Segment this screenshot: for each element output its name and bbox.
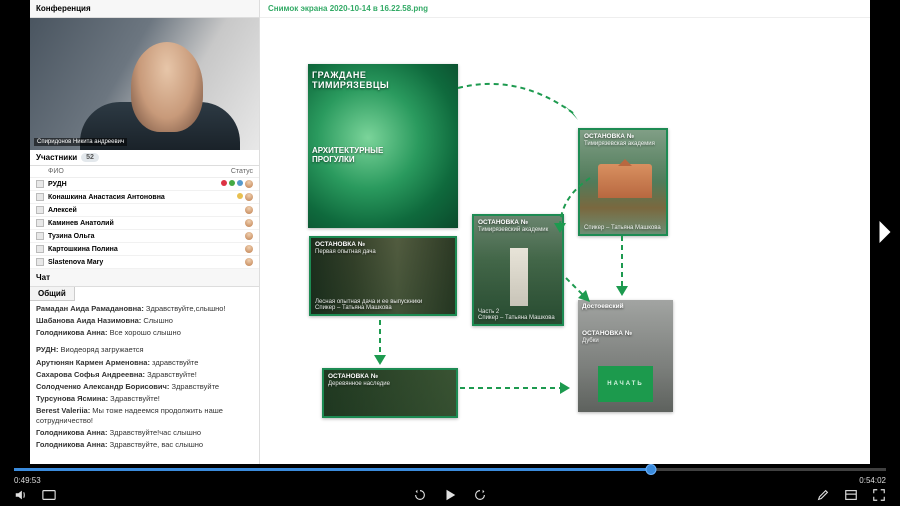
app-content: Конференция Спиридонов Никита андреевич … [30,0,870,464]
time-total: 0:54:02 [859,476,886,485]
participant-row[interactable]: Каминев Анатолий [30,217,259,230]
chat-message: Арутюнян Кармен Арменовна: здравствуйте [36,358,253,368]
fullscreen-icon[interactable] [872,488,886,502]
time-elapsed: 0:49:53 [14,476,41,485]
participant-row[interactable]: Slastenova Mary [30,256,259,269]
chat-message: Рамадан Аида Рамадановна: Здравствуйте,с… [36,304,253,314]
chat-tab-general[interactable]: Общий [30,287,75,301]
col-name: ФИО [48,168,231,175]
next-slide-button[interactable] [870,202,900,262]
left-column: Конференция Спиридонов Никита андреевич … [30,0,260,464]
flow-arrow [458,78,588,143]
col-status: Статус [231,168,253,175]
participants-count: 52 [81,153,99,162]
speaker-video[interactable]: Спиридонов Никита андреевич [30,18,259,150]
chat-heading: Чат [30,269,259,287]
chat-panel: Чат Общий Рамадан Аида Рамадановна: Здра… [30,269,259,464]
slide-canvas[interactable]: ГРАЖДАНЕТИМИРЯЗЕВЦЫ АРХИТЕКТУРНЫЕПРОГУЛК… [260,18,870,464]
view-icon[interactable] [844,488,858,502]
card-stop-5: ОСТАНОВКА №Деревянное наследие [322,368,458,418]
chat-message: Berest Valeriia: Мы тоже надеемся продол… [36,406,253,426]
seek-bar[interactable] [14,468,886,471]
rewind-icon[interactable] [413,488,427,502]
flow-arrow [460,378,580,413]
chat-message: Голодникова Анна: Здравствуйте, вас слыш… [36,440,253,450]
forward-icon[interactable] [473,488,487,502]
card-main: ГРАЖДАНЕТИМИРЯЗЕВЦЫ АРХИТЕКТУРНЫЕПРОГУЛК… [308,64,458,228]
card-stop-1: ОСТАНОВКА №Первая опытная дача Лесная оп… [309,236,457,316]
chat-message: Голодникова Анна: Все хорошо слышно [36,328,253,338]
chat-message: Турсунова Ясмина: Здравствуйте! [36,394,253,404]
conference-heading: Конференция [30,0,259,18]
volume-icon[interactable] [14,488,28,502]
edit-icon[interactable] [816,488,830,502]
shared-file-name: Снимок экрана 2020-10-14 в 16.22.58.png [260,0,870,18]
participant-row[interactable]: Картошкина Полина [30,243,259,256]
participant-row[interactable]: РУДН [30,178,259,191]
chat-message: Сахарова Софья Андреевна: Здравствуйте! [36,370,253,380]
chat-messages[interactable]: Рамадан Аида Рамадановна: Здравствуйте,с… [30,301,259,464]
participants-title: Участники [36,153,77,162]
play-icon[interactable] [443,488,457,502]
participant-row[interactable]: Алексей [30,204,259,217]
participants-panel: Участники 52 ФИО Статус РУДНКонашкина Ан… [30,150,259,269]
card-stop-4: Достоевский ОСТАНОВКА №Дубки НАЧАТЬ [578,300,673,412]
speaker-name-tag: Спиридонов Никита андреевич [34,138,127,146]
captions-icon[interactable] [42,488,56,502]
chat-message: Голодникова Анна: Здравствуйте!час слышн… [36,428,253,438]
right-column: Снимок экрана 2020-10-14 в 16.22.58.png … [260,0,870,464]
player-controls: 0:49:53 0:54:02 [0,464,900,506]
card-stop-3: ОСТАНОВКА №Тимирязевская академия Спикер… [578,128,668,236]
chat-message: РУДН: Виодеоряд загружается [36,345,253,355]
card-stop-2: ОСТАНОВКА №Тимирязевский академик Часть … [472,214,564,326]
chat-message: Солодченко Александр Борисович: Здравств… [36,382,253,392]
flow-arrow [370,320,400,375]
participant-row[interactable]: Тузина Ольга [30,230,259,243]
start-button[interactable]: НАЧАТЬ [598,366,653,402]
chat-message: Шабанова Аида Назимовна: Слышно [36,316,253,326]
participant-row[interactable]: Конашкина Анастасия Антоновна [30,191,259,204]
